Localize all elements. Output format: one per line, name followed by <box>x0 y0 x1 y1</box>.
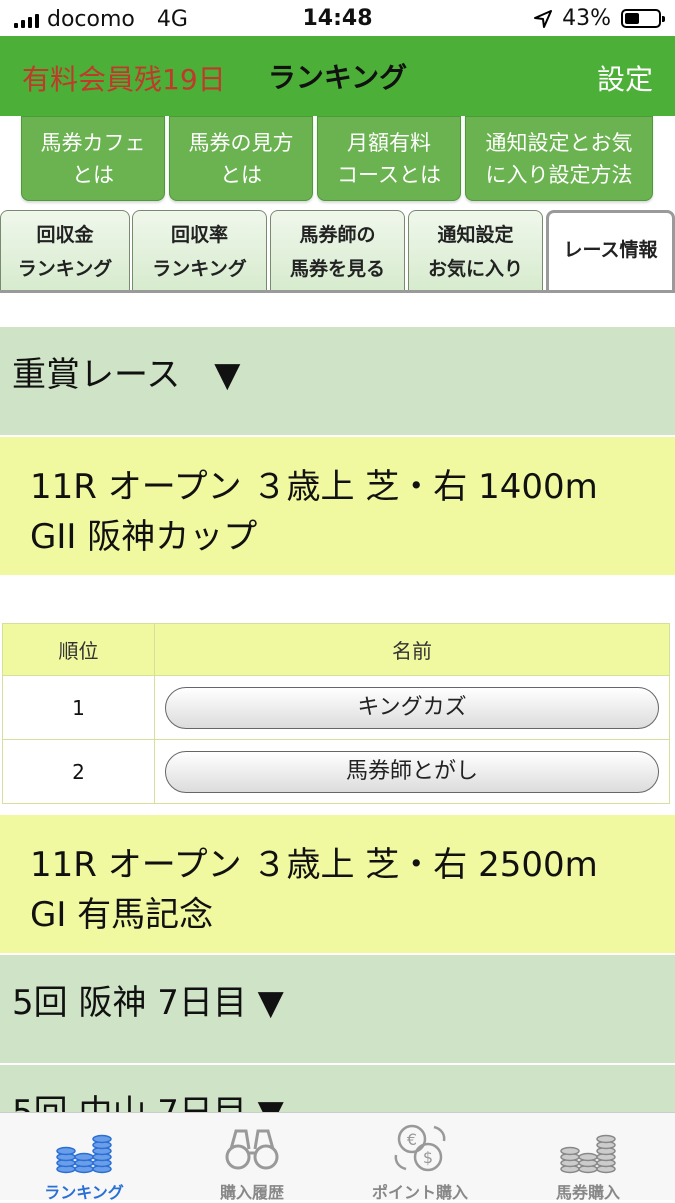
tab-return-rate-ranking[interactable]: 回収率 ランキング <box>132 210 267 292</box>
status-right: 43% <box>534 6 665 31</box>
tab-label: 馬券を見る <box>289 257 385 280</box>
section-graded-races[interactable]: 重賞レース ▼ <box>0 327 675 435</box>
rank-cell: 2 <box>2 739 155 804</box>
tab-label: ランキング <box>152 257 247 280</box>
tipster-button[interactable]: キングカズ <box>165 686 659 729</box>
tabbar-label: 購入履歴 <box>219 1183 284 1202</box>
tab-return-amount-ranking[interactable]: 回収金 ランキング <box>0 210 130 292</box>
info-label: 通知設定とお気 <box>485 130 633 155</box>
tabbar-ticket-purchase[interactable]: 馬券購入 <box>504 1113 672 1202</box>
section-hanshin-day7[interactable]: 5回 阪神 7日目 ▼ <box>0 955 675 1063</box>
tabbar-purchase-history[interactable]: 購入履歴 <box>168 1113 336 1202</box>
battery-icon <box>621 9 665 28</box>
rank-cell: 1 <box>2 675 155 740</box>
name-cell: キングカズ <box>154 675 670 740</box>
race-info-line: 11R オープン ３歳上 芝・右 1400m <box>30 467 598 507</box>
battery-percent: 43% <box>562 6 611 31</box>
info-label: 馬券の見方 <box>188 130 294 155</box>
section-title: 重賞レース ▼ <box>12 355 241 395</box>
info-nav: 馬券カフェとは 馬券の見方とは 月額有料コースとは 通知設定とお気 に入り設定方法 <box>0 116 675 208</box>
info-label: に入り設定方法 <box>485 162 633 187</box>
tipster-button[interactable]: 馬券師とがし <box>165 750 659 793</box>
tabbar-label: ポイント購入 <box>371 1183 468 1202</box>
race-name: GI 有馬記念 <box>30 895 214 935</box>
race-card[interactable]: 11R オープン ３歳上 芝・右 2500m GI 有馬記念 <box>0 815 675 953</box>
tab-notification-favorites[interactable]: 通知設定 お気に入り <box>408 210 543 292</box>
name-header: 名前 <box>154 623 670 676</box>
location-arrow-icon <box>534 9 553 28</box>
tabbar-label: 馬券購入 <box>555 1183 620 1202</box>
binoculars-icon <box>225 1129 279 1170</box>
tab-label: ランキング <box>17 257 113 280</box>
info-label: 月額有料 <box>346 130 431 155</box>
tab-tipster-tickets[interactable]: 馬券師の 馬券を見る <box>270 210 405 292</box>
svg-text:€: € <box>407 1130 417 1149</box>
ranking-table: 順位 名前 1 キングカズ 2 馬券師とがし <box>2 623 670 804</box>
tab-label: 通知設定 <box>437 223 514 246</box>
status-bar: docomo 4G 14:48 43% <box>0 0 675 36</box>
page-title: ランキング <box>267 61 408 94</box>
bottom-tab-bar: ランキング 購入履歴 € $ ポイント購入 馬券購入 <box>0 1112 675 1202</box>
settings-button[interactable]: 設定 <box>597 58 653 98</box>
race-card[interactable]: 11R オープン ３歳上 芝・右 1400m GII 阪神カップ <box>0 437 675 575</box>
table-row: 2 馬券師とがし <box>2 739 670 804</box>
tab-label: 馬券師の <box>299 223 376 246</box>
tabbar-label: ランキング <box>44 1183 124 1202</box>
tab-label: 回収金 <box>36 223 94 246</box>
tab-race-info[interactable]: レース情報 <box>546 210 675 292</box>
info-label: とは <box>220 162 262 187</box>
rank-header: 順位 <box>2 623 155 676</box>
tab-label: レース情報 <box>563 239 658 261</box>
info-label: コースとは <box>337 162 441 187</box>
tabbar-ranking[interactable]: ランキング <box>0 1113 168 1202</box>
coin-stack-icon <box>56 1134 112 1174</box>
app-header: 有料会員残19日 ランキング 設定 <box>0 36 675 116</box>
info-button-monthly-course[interactable]: 月額有料 コースとは <box>317 116 461 201</box>
info-button-cafe[interactable]: 馬券カフェ とは <box>21 116 165 201</box>
race-name: GII 阪神カップ <box>30 517 258 557</box>
tab-divider <box>0 290 675 293</box>
race-info-line: 11R オープン ３歳上 芝・右 2500m <box>30 845 598 885</box>
table-row: 1 キングカズ <box>2 675 670 740</box>
currency-exchange-icon: € $ <box>394 1124 446 1172</box>
main-tabs: 回収金ランキング 回収率ランキング 馬券師の馬券を見る 通知設定お気に入り レー… <box>0 208 675 292</box>
tab-label: 回収率 <box>170 223 228 246</box>
svg-text:$: $ <box>423 1148 433 1167</box>
info-label: とは <box>72 162 114 187</box>
section-title: 5回 阪神 7日目 ▼ <box>12 983 284 1023</box>
tab-label: お気に入り <box>427 257 523 280</box>
info-button-notification-guide[interactable]: 通知設定とお気 に入り設定方法 <box>465 116 653 201</box>
info-label: 馬券カフェ <box>40 130 146 155</box>
name-cell: 馬券師とがし <box>154 739 670 804</box>
coin-stack-icon <box>560 1134 616 1174</box>
table-header-row: 順位 名前 <box>2 623 670 676</box>
tabbar-point-purchase[interactable]: € $ ポイント購入 <box>336 1113 504 1202</box>
info-button-how-to-read[interactable]: 馬券の見方 とは <box>169 116 313 201</box>
